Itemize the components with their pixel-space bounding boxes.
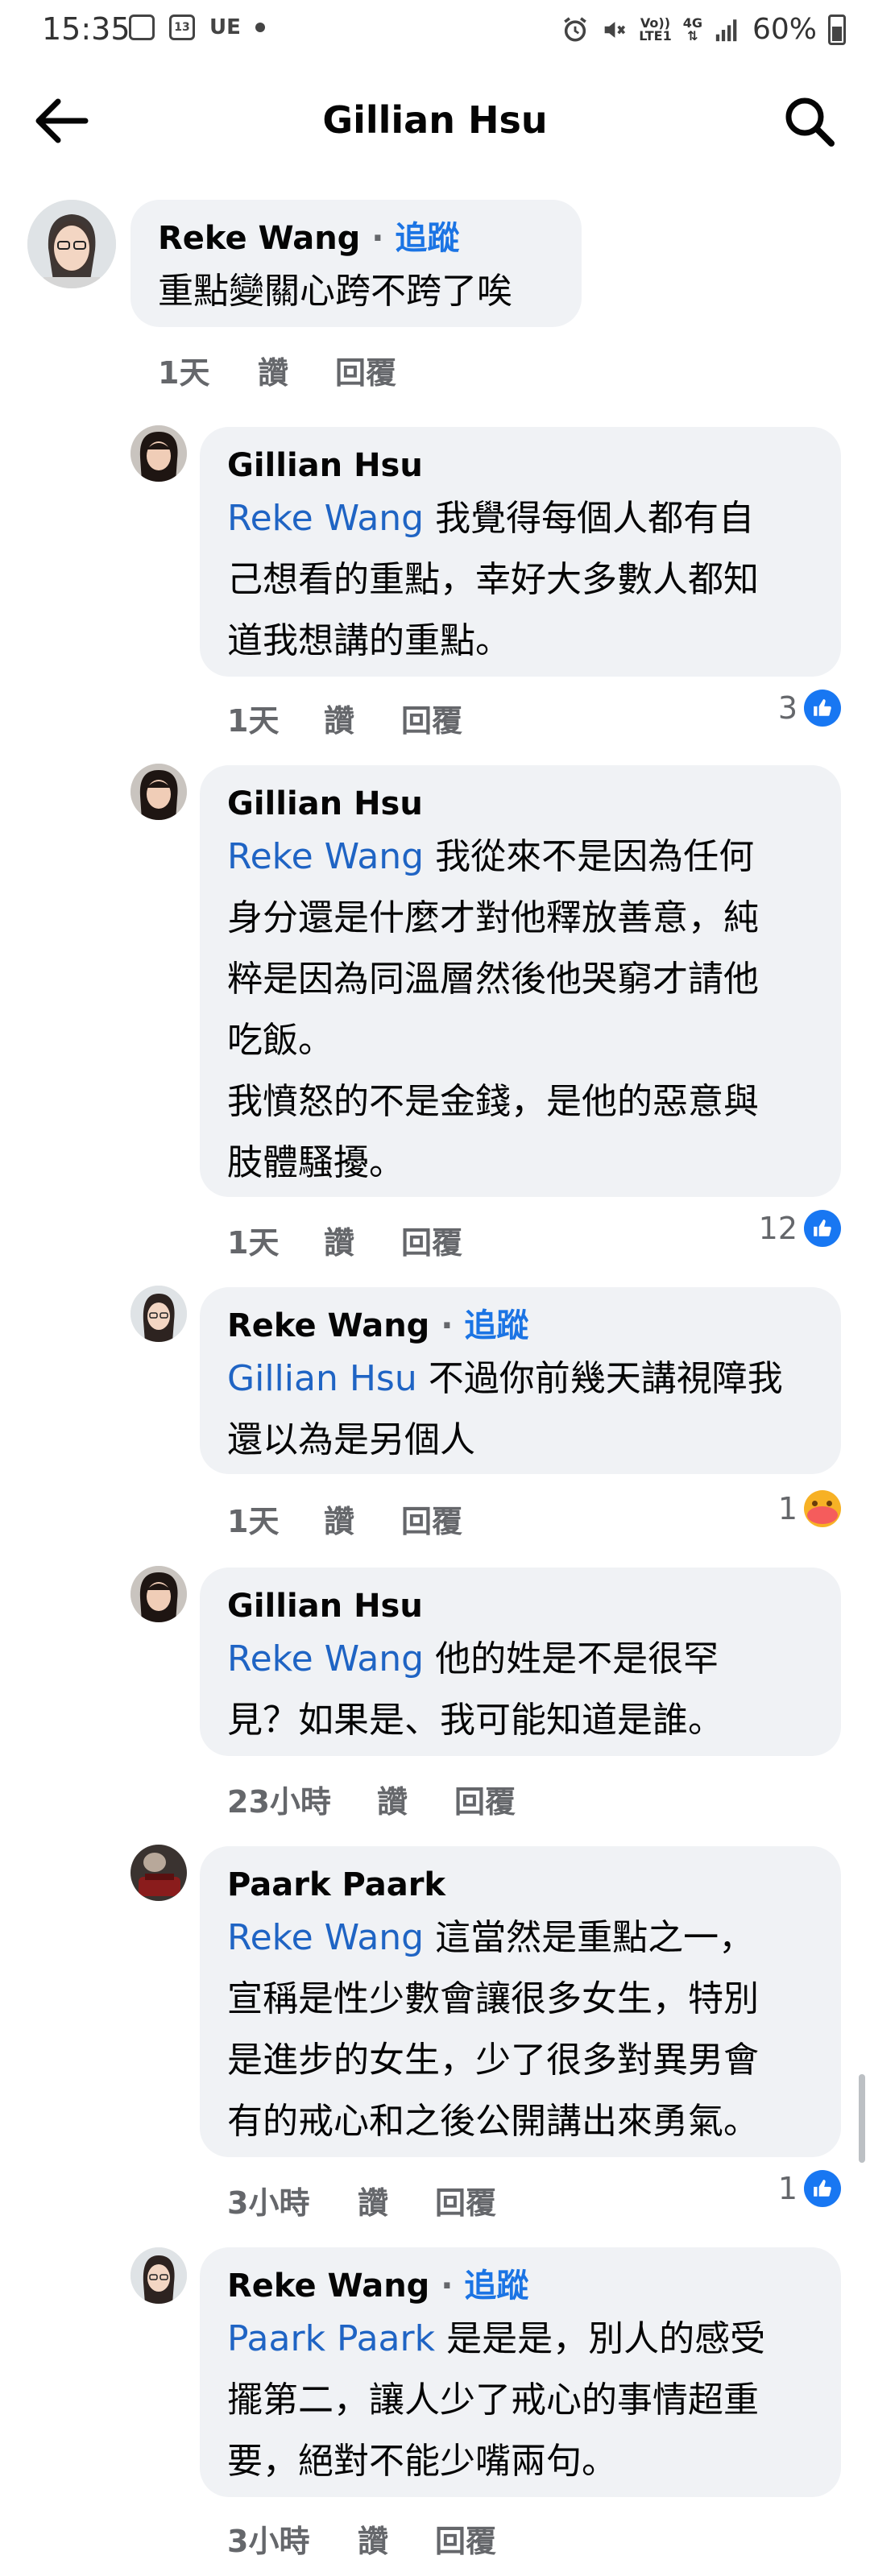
- comment-bubble: Paark Paark Reke Wang 這當然是重點之一， 宣稱是性少數會讓…: [200, 1846, 841, 2157]
- reaction-count: 12: [758, 1211, 798, 1246]
- status-bar: 15:35 13 UE Vo)) LTE1 4G ⇅ 60%: [0, 0, 870, 61]
- comment-bubble: Gillian Hsu Reke Wang 我覺得每個人都有自 己想看的重點，幸…: [200, 427, 841, 677]
- follow-button[interactable]: 追蹤: [464, 2267, 528, 2305]
- comment-time[interactable]: 1天: [227, 696, 324, 740]
- scrollbar-thumb[interactable]: [859, 2074, 865, 2163]
- battery-icon: [828, 14, 846, 45]
- comment-author[interactable]: Reke Wang: [158, 220, 360, 257]
- reaction-summary[interactable]: 1: [778, 2170, 841, 2207]
- like-button[interactable]: 讚: [324, 696, 401, 740]
- comment-author[interactable]: Gillian Hsu: [227, 443, 814, 488]
- comment-bubble: Reke Wang · 追蹤 Gillian Hsu 不過你前幾天講視障我 還以…: [200, 1287, 841, 1474]
- signal-icon: [715, 19, 737, 41]
- comment-actions: 1天 讚 回覆: [227, 696, 462, 740]
- comment-time[interactable]: 23小時: [227, 1777, 377, 1821]
- like-button[interactable]: 讚: [258, 348, 335, 392]
- comment-actions: 1天 讚 回覆: [227, 1497, 462, 1541]
- avatar[interactable]: [130, 425, 187, 482]
- like-button[interactable]: 讚: [324, 1497, 401, 1541]
- mention-link[interactable]: Reke Wang: [227, 836, 424, 877]
- alarm-icon: [564, 16, 586, 42]
- thumbs-up-icon: [804, 690, 841, 727]
- comment-text: Reke Wang 我從來不是因為任何 身分還是什麼才對他釋放善意，純 粹是因為…: [227, 836, 759, 1183]
- thumbs-up-icon: [804, 2170, 841, 2207]
- like-button[interactable]: 讚: [377, 1777, 454, 1821]
- avatar[interactable]: [130, 1286, 187, 1342]
- mention-link[interactable]: Reke Wang: [227, 498, 424, 539]
- calendar-icon: 13: [169, 14, 195, 40]
- mention-link[interactable]: Gillian Hsu: [227, 1358, 417, 1399]
- reaction-count: 1: [777, 1491, 798, 1526]
- comment-author[interactable]: Gillian Hsu: [227, 1584, 814, 1629]
- status-time: 15:35: [42, 11, 130, 47]
- volte-indicator: Vo)) LTE1: [639, 14, 672, 43]
- like-button[interactable]: 讚: [358, 2516, 435, 2561]
- comment-actions: 3小時 讚 回覆: [227, 2516, 496, 2561]
- reply-button[interactable]: 回覆: [435, 2178, 496, 2222]
- app-bar: Gillian Hsu: [0, 61, 870, 182]
- comment-actions: 1天 讚 回覆: [227, 1218, 462, 1262]
- comment-author[interactable]: Reke Wang: [227, 2267, 429, 2305]
- mention-link[interactable]: Paark Paark: [227, 2318, 435, 2359]
- reaction-count: 1: [777, 2171, 798, 2206]
- avatar[interactable]: [27, 200, 116, 288]
- comment-text: Paark Paark 是是是，別人的感受 擺第二，讓人少了戒心的事情超重 要，…: [227, 2318, 766, 2482]
- comment-time[interactable]: 1天: [227, 1218, 324, 1262]
- mute-icon: [604, 21, 626, 38]
- carrier-label: UE: [209, 15, 241, 39]
- comment-actions: 1天 讚 回覆: [158, 348, 396, 392]
- reply-button[interactable]: 回覆: [401, 1218, 462, 1262]
- comment-text: 重點變關心跨不跨了唉: [158, 271, 512, 312]
- comment-author[interactable]: Gillian Hsu: [227, 781, 814, 826]
- mention-link[interactable]: Reke Wang: [227, 1917, 424, 1958]
- follow-button[interactable]: 追蹤: [395, 220, 459, 257]
- comment-bubble: Gillian Hsu Reke Wang 我從來不是因為任何 身分還是什麼才對…: [200, 765, 841, 1197]
- avatar[interactable]: [130, 1566, 187, 1622]
- comment-text: Reke Wang 我覺得每個人都有自 己想看的重點，幸好大多數人都知 道我想講…: [227, 498, 759, 661]
- care-reaction-icon: [804, 1490, 841, 1527]
- battery-percent: 60%: [752, 13, 817, 46]
- comment-author[interactable]: Paark Paark: [227, 1862, 814, 1907]
- reaction-count: 3: [777, 690, 798, 726]
- reply-button[interactable]: 回覆: [401, 696, 462, 740]
- comment-time[interactable]: 1天: [227, 1497, 324, 1541]
- reply-button[interactable]: 回覆: [435, 2516, 496, 2561]
- like-button[interactable]: 讚: [358, 2178, 435, 2222]
- comment-actions: 3小時 讚 回覆: [227, 2178, 496, 2222]
- reaction-summary[interactable]: 3: [778, 690, 841, 727]
- avatar[interactable]: [130, 1845, 187, 1901]
- like-button[interactable]: 讚: [324, 1218, 401, 1262]
- comment-actions: 23小時 讚 回覆: [227, 1777, 516, 1821]
- comment-bubble: Reke Wang · 追蹤 Paark Paark 是是是，別人的感受 擺第二…: [200, 2247, 841, 2497]
- comment-bubble: Gillian Hsu Reke Wang 他的姓是不是很罕 見？如果是、我可能…: [200, 1568, 841, 1756]
- reply-button[interactable]: 回覆: [454, 1777, 516, 1821]
- reply-button[interactable]: 回覆: [401, 1497, 462, 1541]
- mention-link[interactable]: Reke Wang: [227, 1638, 424, 1679]
- comment-time[interactable]: 3小時: [227, 2516, 358, 2561]
- search-icon[interactable]: [781, 93, 838, 150]
- reply-button[interactable]: 回覆: [335, 348, 396, 392]
- comment-author[interactable]: Reke Wang: [227, 1307, 429, 1344]
- follow-button[interactable]: 追蹤: [464, 1307, 528, 1344]
- comment-text: Reke Wang 他的姓是不是很罕 見？如果是、我可能知道是誰。: [227, 1638, 723, 1741]
- network-type: 4G ⇅: [682, 14, 702, 43]
- notification-dot: [255, 23, 265, 32]
- comment-text: Reke Wang 這當然是重點之一， 宣稱是性少數會讓很多女生，特別 是進步的…: [227, 1917, 759, 2142]
- comment-bubble: Reke Wang · 追蹤 重點變關心跨不跨了唉: [130, 200, 582, 327]
- reaction-summary[interactable]: 1: [778, 1490, 841, 1527]
- reaction-summary[interactable]: 12: [759, 1210, 841, 1247]
- thumbs-up-icon: [804, 1210, 841, 1247]
- avatar[interactable]: [130, 2247, 187, 2304]
- comment-time[interactable]: 3小時: [227, 2178, 358, 2222]
- comment-time[interactable]: 1天: [158, 348, 258, 392]
- gallery-icon: [129, 14, 155, 40]
- page-title: Gillian Hsu: [322, 98, 548, 142]
- avatar[interactable]: [130, 764, 187, 820]
- comment-text: Gillian Hsu 不過你前幾天講視障我 還以為是另個人: [227, 1358, 783, 1460]
